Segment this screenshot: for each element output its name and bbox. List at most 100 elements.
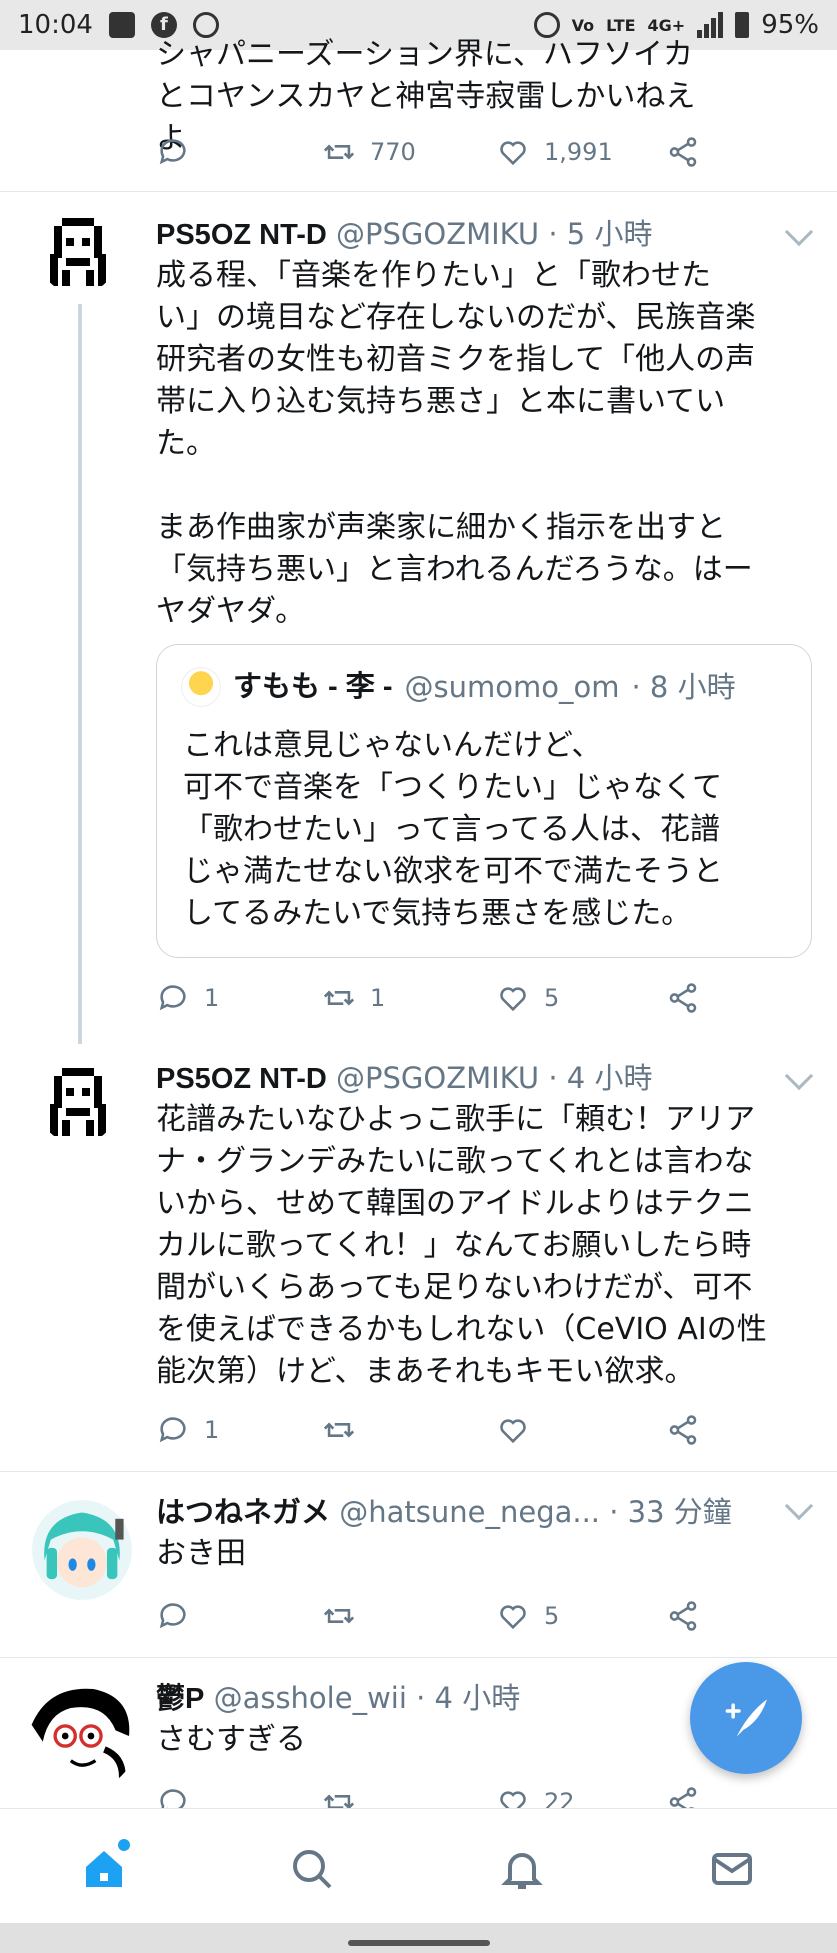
tweet-text: おき田 <box>156 1536 246 1571</box>
reply-button[interactable] <box>156 1782 204 1808</box>
like-count: 22 <box>544 1788 575 1808</box>
heart-icon <box>500 987 526 1012</box>
avatar[interactable] <box>38 214 118 294</box>
retweet-button[interactable] <box>322 1782 370 1808</box>
quoted-tweet-header: すもも - 李 - @sumomo_om · 8 小時 <box>181 667 736 707</box>
like-count: 1,991 <box>544 138 613 166</box>
network-type: 4G+ <box>647 15 686 35</box>
nav-messages-tab[interactable] <box>702 1839 762 1899</box>
reply-button[interactable] <box>156 132 204 172</box>
quoted-tweet[interactable]: すもも - 李 - @sumomo_om · 8 小時 これは意見じゃないんだけ… <box>156 644 812 958</box>
timestamp: · 4 小時 <box>548 1061 653 1095</box>
share-button[interactable] <box>666 978 700 1018</box>
reply-count: 1 <box>204 984 220 1012</box>
quoted-display-name: すもも - 李 - <box>233 671 393 703</box>
tweet-actions: 770 1,991 <box>156 132 716 172</box>
pixel-avatar-icon <box>50 1068 106 1136</box>
reply-icon <box>159 985 186 1011</box>
compose-tweet-icon <box>725 1699 767 1737</box>
reply-button[interactable] <box>156 1596 204 1636</box>
home-gesture-handle[interactable] <box>348 1940 490 1946</box>
nav-home-tab[interactable] <box>74 1839 134 1899</box>
username[interactable]: @hatsune_nega... <box>339 1495 600 1529</box>
share-button[interactable] <box>666 132 700 172</box>
share-icon <box>669 983 697 1013</box>
like-button[interactable] <box>496 1410 544 1450</box>
reply-count: 1 <box>204 1416 220 1444</box>
reply-icon <box>159 1417 186 1443</box>
reply-icon <box>159 139 186 165</box>
pixel-avatar-icon <box>50 218 106 286</box>
face-avatar-icon <box>26 1680 138 1792</box>
retweet-button[interactable]: 1 <box>322 978 385 1018</box>
system-navigation-bar <box>0 1923 837 1953</box>
share-icon <box>669 1601 697 1631</box>
home-icon <box>86 1851 122 1887</box>
notifications-icon <box>501 1853 543 1889</box>
thread-line <box>78 304 82 1044</box>
quoted-username: @sumomo_om <box>404 670 620 704</box>
bottom-navigation <box>0 1808 837 1928</box>
username[interactable]: @asshole_wii <box>214 1681 407 1715</box>
tweet-text: 花譜みたいなひよっこ歌手に「頼む！アリア ナ・グランデみたいに歌ってくれとは言わ… <box>156 1102 767 1389</box>
reply-button[interactable]: 1 <box>156 1410 219 1450</box>
tweet[interactable]: はつねネガメ @hatsune_nega... · 33 分鐘 おき田 5 <box>0 1472 837 1658</box>
share-button[interactable] <box>666 1782 700 1808</box>
tweet-actions: 5 <box>156 1596 716 1636</box>
volte-indicator: Vo <box>571 15 595 35</box>
reply-icon <box>160 1789 186 1808</box>
share-icon <box>669 1787 697 1808</box>
username[interactable]: @PSGOZMIKU <box>336 1061 539 1095</box>
share-button[interactable] <box>666 1596 700 1636</box>
avatar[interactable] <box>30 1498 134 1602</box>
timestamp: · 33 分鐘 <box>609 1495 732 1529</box>
retweet-button[interactable]: 770 <box>322 132 416 172</box>
tweet[interactable]: シャパニーズーション界に、ハフソイカとコヤンスカヤと神宮寺寂雷しかいねえよ 77… <box>0 37 837 192</box>
display-name[interactable]: PS5OZ NT-D <box>156 219 327 251</box>
retweet-icon <box>323 144 355 160</box>
new-content-dot <box>118 1839 130 1851</box>
nav-search-tab[interactable] <box>282 1839 342 1899</box>
retweet-count: 770 <box>370 138 416 166</box>
anime-avatar-icon <box>30 1498 134 1602</box>
heart-icon <box>500 1419 526 1444</box>
timestamp: · 4 小時 <box>416 1681 521 1715</box>
retweet-icon <box>323 1794 355 1808</box>
messages-icon <box>712 1853 752 1885</box>
retweet-icon <box>323 1422 355 1438</box>
gallery-notification-icon <box>108 12 135 38</box>
retweet-button[interactable] <box>322 1596 370 1636</box>
like-count: 5 <box>544 1602 560 1630</box>
nav-notifications-tab[interactable] <box>492 1839 552 1899</box>
tweet[interactable]: PS5OZ NT-D @PSGOZMIKU · 5 小時 成る程、「音楽を作りた… <box>0 192 837 1052</box>
quoted-tweet-text: これは意見じゃないんだけど、 可不で音楽を「つくりたい」じゃなくて 「歌わせたい… <box>183 728 723 931</box>
like-button[interactable]: 1,991 <box>496 132 613 172</box>
display-name[interactable]: 鬱P <box>156 1683 204 1715</box>
compose-tweet-button[interactable] <box>690 1662 802 1774</box>
avatar[interactable] <box>26 1680 138 1792</box>
search-icon <box>293 1850 332 1889</box>
tweet-text: 成る程、「音楽を作りたい」と「歌わせた い」の境目など存在しないのだが、民族音楽… <box>156 258 756 629</box>
display-name[interactable]: PS5OZ NT-D <box>156 1063 327 1095</box>
share-icon <box>669 1415 697 1445</box>
tweet-header: PS5OZ NT-D @PSGOZMIKU · 4 小時 <box>156 1058 815 1099</box>
share-button[interactable] <box>666 1410 700 1450</box>
tweet-header: はつねネガメ @hatsune_nega... · 33 分鐘 <box>156 1492 815 1533</box>
heart-icon <box>500 141 526 166</box>
like-count: 5 <box>544 984 560 1012</box>
tweet-actions: 1 <box>156 1410 716 1450</box>
like-button[interactable]: 22 <box>496 1782 575 1808</box>
avatar[interactable] <box>38 1064 118 1144</box>
username[interactable]: @PSGOZMIKU <box>336 217 539 251</box>
retweet-button[interactable] <box>322 1410 370 1450</box>
share-icon <box>669 137 697 167</box>
quoted-avatar <box>181 667 221 707</box>
reply-button[interactable]: 1 <box>156 978 219 1018</box>
like-button[interactable]: 5 <box>496 1596 559 1636</box>
tweet[interactable]: PS5OZ NT-D @PSGOZMIKU · 4 小時 花譜みたいなひよっこ歌… <box>0 1052 837 1472</box>
like-button[interactable]: 5 <box>496 978 559 1018</box>
retweet-icon <box>323 1608 355 1624</box>
display-name[interactable]: はつねネガメ <box>156 1497 330 1529</box>
timestamp: · 5 小時 <box>548 217 653 251</box>
heart-icon <box>500 1605 526 1630</box>
